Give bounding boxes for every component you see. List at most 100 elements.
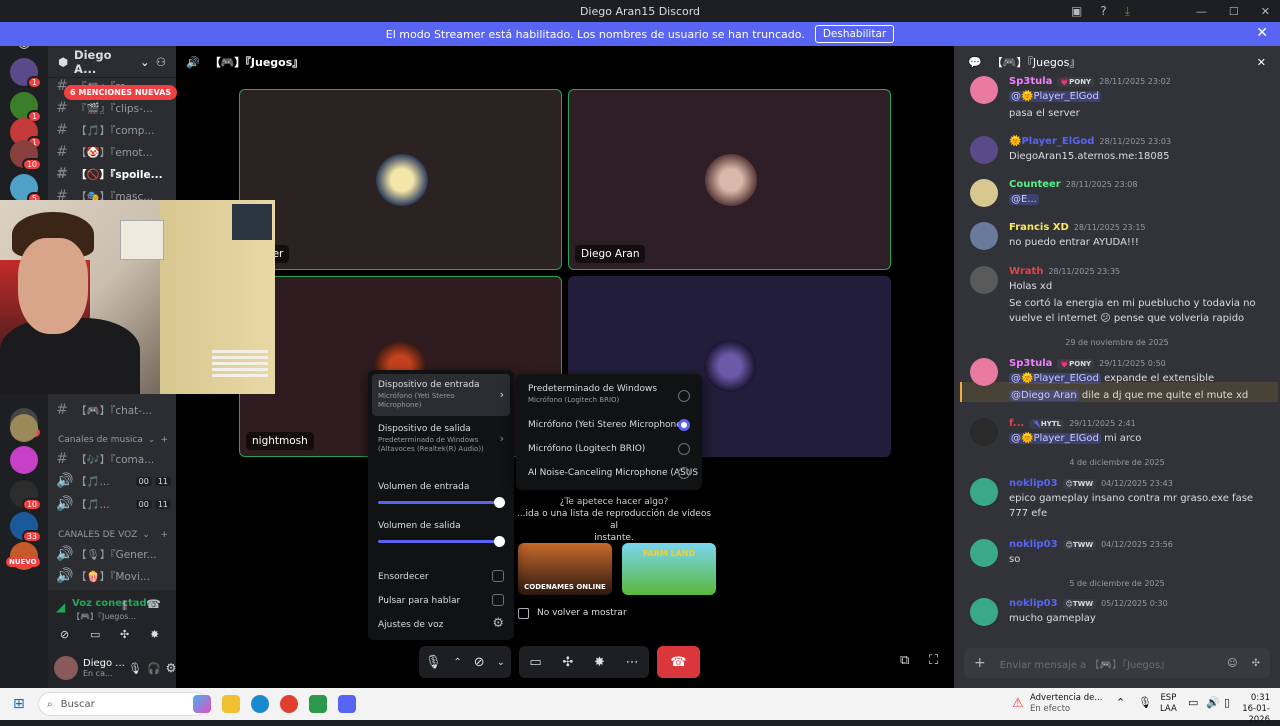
new-mentions-pill[interactable]: 6 MENCIONES NUEVAS: [64, 85, 178, 100]
avatar[interactable]: [970, 76, 998, 104]
game-card[interactable]: FARM LAND: [622, 543, 716, 595]
app-icon[interactable]: [309, 695, 327, 713]
network-icon[interactable]: ▭: [1188, 696, 1198, 709]
device-radio-selected[interactable]: [678, 419, 690, 431]
participant-tile[interactable]: Diego Aran: [568, 89, 891, 270]
discord-taskbar-icon[interactable]: [338, 695, 356, 713]
add-member-icon[interactable]: ⚇: [156, 55, 166, 69]
avatar[interactable]: [970, 136, 998, 164]
camera-off-icon[interactable]: ⊘: [60, 628, 69, 641]
dont-show-checkbox[interactable]: [518, 608, 529, 619]
disconnect-button[interactable]: ☎: [657, 646, 700, 678]
popout-icon[interactable]: ⧉: [900, 653, 909, 668]
screen-share-icon[interactable]: ▭: [90, 628, 100, 641]
close-icon[interactable]: ✕: [1256, 25, 1268, 41]
more-icon[interactable]: ⋯: [626, 655, 639, 670]
slider-handle[interactable]: [494, 497, 505, 508]
avatar[interactable]: [970, 358, 998, 386]
inbox-icon[interactable]: ▣: [1071, 4, 1082, 18]
device-radio[interactable]: [678, 390, 690, 402]
close-button[interactable]: ✕: [1261, 5, 1270, 18]
voice-channel-item[interactable]: 🔊 【🎵... 00 11: [56, 494, 171, 514]
category-voice[interactable]: CANALES DE VOZ ⌄ +: [58, 530, 168, 540]
server-icon[interactable]: 5: [10, 174, 42, 205]
add-attachment-icon[interactable]: +: [974, 655, 986, 671]
game-card[interactable]: CODENAMES ONLINE: [518, 543, 612, 595]
avatar[interactable]: [54, 656, 78, 680]
headphones-icon[interactable]: 🎧: [147, 662, 161, 675]
activities-icon[interactable]: ✣: [120, 628, 129, 641]
slider-handle[interactable]: [494, 536, 505, 547]
battery-icon[interactable]: ▯: [1224, 696, 1230, 709]
chevron-up-icon[interactable]: ⌃: [453, 657, 461, 668]
channel-item[interactable]: # 【🎵】『comp...: [56, 120, 171, 140]
microphone-icon[interactable]: 🎙: [425, 655, 442, 670]
noise-suppression-icon[interactable]: ⫼: [122, 599, 127, 613]
soundboard-icon[interactable]: ✸: [594, 655, 605, 670]
server-icon[interactable]: 1: [10, 58, 42, 89]
close-icon[interactable]: ✕: [1257, 56, 1266, 69]
volume-icon[interactable]: 🔊: [1206, 696, 1220, 709]
maximize-button[interactable]: ☐: [1229, 5, 1239, 18]
camera-off-icon[interactable]: ⊘: [474, 655, 485, 670]
voice-channel-item[interactable]: 🔊 【🍿】『Movi...: [56, 566, 171, 586]
chevron-up-icon[interactable]: ⌃: [1116, 696, 1125, 709]
emoji-icon[interactable]: ☺: [1227, 658, 1237, 669]
warning-notice[interactable]: Advertencia de... En efecto: [1030, 693, 1102, 715]
device-option[interactable]: AI Noise-Canceling Microphone (ASUS U...: [528, 468, 698, 478]
input-volume-slider[interactable]: [378, 497, 505, 508]
voice-settings-item[interactable]: Ajustes de voz: [378, 620, 504, 630]
avatar[interactable]: [970, 478, 998, 506]
file-explorer-icon[interactable]: [222, 695, 240, 713]
message-input[interactable]: + Enviar mensaje a 【🎮】『Juegos』 ☺ ✣: [964, 648, 1270, 678]
gear-icon[interactable]: ⚙: [166, 661, 177, 675]
chevron-down-icon[interactable]: ⌄: [497, 657, 505, 668]
server-icon[interactable]: [10, 414, 38, 442]
channel-item[interactable]: # 【🎶】『coma...: [56, 449, 171, 469]
add-channel-icon[interactable]: +: [160, 530, 168, 540]
output-device-item[interactable]: Dispositivo de salida Predeterminado de …: [378, 424, 504, 454]
add-channel-icon[interactable]: +: [160, 435, 168, 445]
microphone-icon[interactable]: 🎙: [128, 662, 142, 675]
edge-icon[interactable]: [251, 695, 269, 713]
copilot-icon[interactable]: [193, 695, 211, 713]
soundboard-icon[interactable]: ✸: [150, 628, 159, 641]
server-icon[interactable]: 1: [10, 92, 42, 123]
gear-icon[interactable]: ⚙: [492, 616, 504, 631]
microphone-tray-icon[interactable]: 🎙: [1138, 696, 1152, 709]
participant-tile[interactable]: ...teer: [239, 89, 562, 270]
help-icon[interactable]: ?: [1100, 4, 1106, 18]
clock[interactable]: 0:31 16-01-2026: [1236, 693, 1270, 726]
disable-button[interactable]: Deshabilitar: [814, 25, 895, 43]
server-icon[interactable]: 10: [10, 480, 42, 511]
device-radio[interactable]: [678, 467, 690, 479]
avatar[interactable]: [970, 418, 998, 446]
fullscreen-icon[interactable]: ⛶: [929, 653, 938, 668]
taskbar-search[interactable]: ⌕ Buscar: [38, 692, 208, 716]
chrome-icon[interactable]: [280, 695, 298, 713]
screen-share-icon[interactable]: ▭: [529, 655, 541, 670]
channel-item[interactable]: # 【🚫】『spoile...: [56, 164, 171, 184]
avatar[interactable]: [970, 598, 998, 626]
channel-item[interactable]: # 『🎬』『clips-...: [56, 98, 171, 118]
server-icon[interactable]: [10, 446, 38, 474]
channel-item[interactable]: # 【🤡】『emot...: [56, 142, 171, 162]
avatar[interactable]: [970, 539, 998, 567]
apps-icon[interactable]: ✣: [1252, 658, 1260, 669]
minimize-button[interactable]: —: [1196, 5, 1207, 18]
category-music[interactable]: Canales de musica ⌄ +: [58, 435, 168, 445]
activities-icon[interactable]: ✣: [562, 655, 573, 670]
language-indicator[interactable]: ESP LAA: [1160, 693, 1177, 715]
channel-item[interactable]: # 【🎮】『chat-...: [56, 400, 171, 420]
windows-start-icon[interactable]: ⊞: [13, 696, 25, 712]
server-icon[interactable]: 10: [10, 140, 42, 171]
device-radio[interactable]: [678, 443, 690, 455]
disconnect-icon[interactable]: ☎: [146, 597, 161, 611]
download-icon[interactable]: ⤓: [1125, 4, 1130, 19]
server-header[interactable]: ⬢ Diego A... ⌄ ⚇: [48, 46, 176, 78]
voice-status-label[interactable]: Voz conectada: [72, 598, 153, 609]
output-volume-slider[interactable]: [378, 536, 505, 547]
server-icon[interactable]: 33: [10, 512, 42, 543]
push-to-talk-checkbox[interactable]: [492, 594, 504, 606]
voice-channel-item[interactable]: 🔊 【🎙】『Gener...: [56, 544, 171, 564]
